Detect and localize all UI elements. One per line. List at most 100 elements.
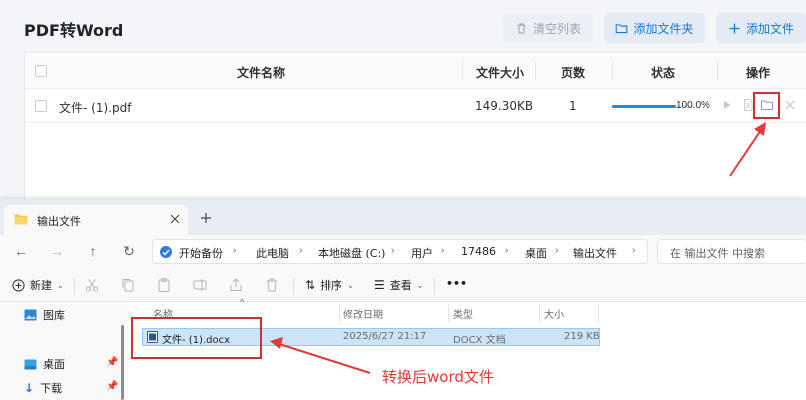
column-divider <box>717 62 718 80</box>
add-folder-button[interactable]: 添加文件夹 <box>604 13 705 43</box>
new-tab-icon[interactable] <box>200 212 212 224</box>
breadcrumb-item[interactable]: 用户 <box>411 245 433 261</box>
column-divider <box>539 304 540 322</box>
breadcrumb-item[interactable]: 桌面 <box>525 245 547 261</box>
progress-text: 100.0% <box>676 100 710 111</box>
sidebar-item-desktop[interactable]: 桌面 <box>24 356 65 372</box>
clear-list-button[interactable]: 清空列表 <box>503 13 593 43</box>
chevron-right-icon: › <box>299 245 303 256</box>
search-box[interactable]: 在 输出文件 中搜索 <box>657 239 806 264</box>
new-label: 新建 <box>30 279 52 292</box>
sidebar-item-label: 图库 <box>43 309 65 322</box>
chevron-right-icon: › <box>632 245 636 256</box>
sort-button[interactable]: ⇅ 排序 ⌄ <box>305 277 354 293</box>
sort-icon: ⇅ <box>305 278 316 292</box>
more-options-button[interactable]: ••• <box>446 277 467 290</box>
column-divider <box>339 304 340 322</box>
divider <box>434 278 435 294</box>
column-header-size[interactable]: 大小 <box>544 306 564 321</box>
breadcrumb-item[interactable]: 本地磁盘 (C:) <box>318 245 385 261</box>
pin-icon[interactable]: 📌 <box>106 381 118 392</box>
address-bar[interactable]: 开始备份 › 此电脑 › 本地磁盘 (C:) › 用户 › 17486 › 桌面… <box>152 239 648 264</box>
cut-icon[interactable] <box>84 277 100 293</box>
search-placeholder: 在 输出文件 中搜索 <box>670 247 765 260</box>
up-arrow-icon[interactable]: ↑ <box>84 242 102 260</box>
share-icon[interactable] <box>228 277 244 293</box>
add-file-button[interactable]: 添加文件 <box>716 13 806 43</box>
table-row[interactable]: 文件- (1).pdf 149.30KB 1 100.0% <box>25 89 806 123</box>
column-header-name: 文件名称 <box>237 66 286 80</box>
chevron-down-icon: ⌄ <box>57 280 64 290</box>
chevron-right-icon: › <box>391 245 395 256</box>
annotation-label: 转换后word文件 <box>382 368 494 386</box>
chevron-right-icon: › <box>555 245 559 256</box>
progress-fill <box>612 105 676 108</box>
clear-list-label: 清空列表 <box>532 21 581 36</box>
back-arrow-icon[interactable]: ← <box>12 242 30 260</box>
rename-icon[interactable] <box>192 277 208 293</box>
divider <box>74 278 75 294</box>
file-table: 文件名称 文件大小 页数 状态 操作 文件- (1).pdf 149.30KB … <box>24 52 806 202</box>
page-title: PDF转Word <box>24 21 124 40</box>
close-tab-icon[interactable] <box>170 214 180 224</box>
tab-strip: 输出文件 <box>0 199 806 235</box>
play-icon[interactable] <box>720 98 734 112</box>
navigation-pane: 图库 桌面 📌 ↓ 下载 📌 <box>0 302 124 400</box>
delete-icon[interactable] <box>264 277 280 293</box>
chevron-right-icon: › <box>505 245 509 256</box>
highlight-box <box>131 317 262 359</box>
sidebar-item-downloads[interactable]: ↓ 下载 <box>24 380 62 396</box>
refresh-icon[interactable]: ↻ <box>120 242 138 260</box>
breadcrumb-item[interactable]: 输出文件 <box>573 245 617 261</box>
file-size: 149.30KB <box>475 99 534 113</box>
file-modified: 2025/6/27 21:17 <box>343 331 427 342</box>
file-name: 文件- (1).pdf <box>59 101 132 115</box>
chevron-down-icon: ⌄ <box>416 280 424 290</box>
backup-icon <box>160 246 172 258</box>
sidebar-item-label: 桌面 <box>43 358 65 371</box>
add-circle-icon <box>12 278 25 292</box>
column-divider <box>462 62 463 80</box>
new-button[interactable]: 新建 ⌄ <box>12 277 64 293</box>
chevron-right-icon: › <box>233 245 237 256</box>
column-header-size: 文件大小 <box>476 66 525 80</box>
column-header-pages: 页数 <box>561 66 586 80</box>
navigation-bar: ← → ↑ ↻ 开始备份 › 此电脑 › 本地磁盘 (C:) › 用户 › 17… <box>0 235 806 267</box>
tab-output-folder[interactable]: 输出文件 <box>4 205 188 235</box>
column-divider <box>535 62 536 80</box>
highlight-box <box>753 92 780 119</box>
breadcrumb-item[interactable]: 此电脑 <box>256 245 289 261</box>
chevron-right-icon: › <box>441 245 445 256</box>
divider <box>293 278 294 294</box>
screenshot-root: PDF转Word 清空列表 添加文件夹 添加文件 文件名称 文件大小 页数 状态 <box>0 0 806 400</box>
sidebar-item-gallery[interactable]: 图库 <box>24 307 65 323</box>
trash-icon <box>517 23 526 33</box>
select-all-checkbox[interactable] <box>35 65 47 77</box>
add-file-label: 添加文件 <box>745 21 794 36</box>
paste-icon[interactable] <box>156 277 172 293</box>
sidebar-scrollbar[interactable] <box>121 325 124 400</box>
column-header-type[interactable]: 类型 <box>453 306 473 321</box>
view-button[interactable]: ☰ 查看 ⌄ <box>374 277 423 293</box>
column-divider <box>598 304 599 322</box>
file-size: 219 KB <box>564 331 600 342</box>
folder-icon <box>616 23 628 33</box>
close-icon[interactable] <box>783 98 797 112</box>
column-divider <box>612 62 613 80</box>
sidebar-item-label: 下载 <box>40 382 63 395</box>
tab-title: 输出文件 <box>37 215 81 228</box>
pin-icon[interactable]: 📌 <box>106 357 118 368</box>
view-icon: ☰ <box>374 278 385 292</box>
pdf-converter-app: PDF转Word 清空列表 添加文件夹 添加文件 文件名称 文件大小 页数 状态 <box>0 0 806 202</box>
page-count: 1 <box>569 99 577 113</box>
folder-icon <box>14 214 28 225</box>
plus-icon <box>729 23 740 33</box>
column-divider <box>448 304 449 322</box>
forward-arrow-icon[interactable]: → <box>48 242 66 260</box>
breadcrumb-item[interactable]: 开始备份 <box>179 245 223 261</box>
file-type: DOCX 文档 <box>453 335 506 346</box>
column-header-modified[interactable]: 修改日期 <box>343 306 383 321</box>
copy-icon[interactable] <box>120 277 136 293</box>
row-checkbox[interactable] <box>35 100 47 112</box>
breadcrumb-item[interactable]: 17486 <box>461 245 496 258</box>
